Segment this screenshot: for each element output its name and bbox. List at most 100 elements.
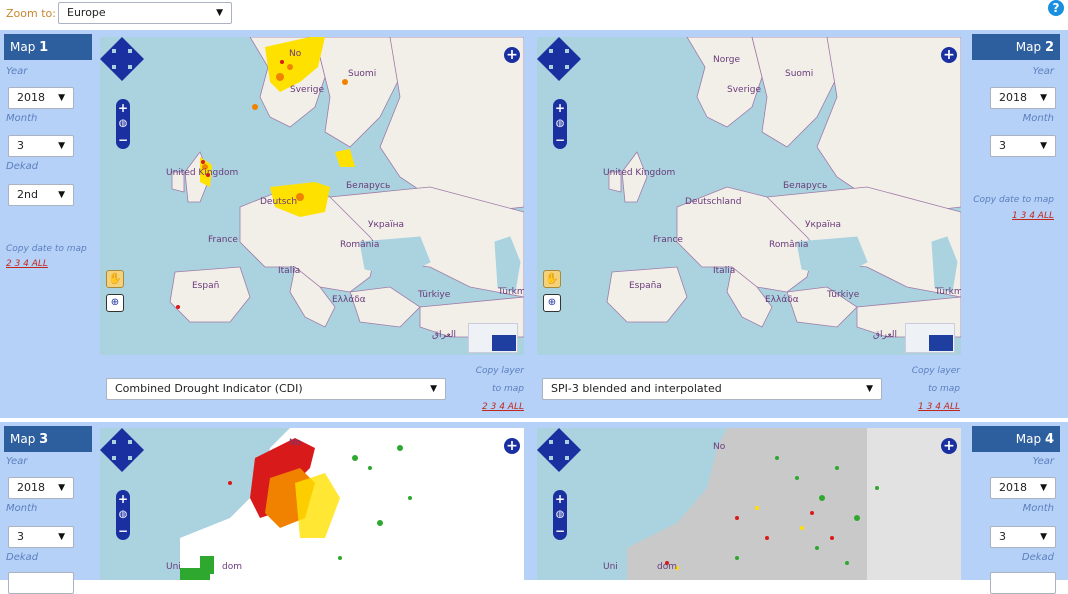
label-ellada: Ελλάδα	[765, 295, 799, 305]
map-2-month-select[interactable]: 3 ▼	[990, 135, 1056, 157]
eu-flag-icon	[929, 335, 953, 351]
label-uk: United Kingdom	[603, 168, 676, 178]
pan-arrows-icon[interactable]	[537, 37, 581, 81]
map-1-year-label: Year	[6, 66, 28, 77]
label-turkiye: Türkiye	[418, 290, 451, 300]
map-1-copy-layer-label-1: Copy layer	[475, 366, 524, 376]
chevron-down-icon: ▼	[1040, 141, 1047, 151]
label-sverige: Sverige	[727, 85, 762, 95]
pan-arrows-icon[interactable]	[537, 428, 581, 472]
map-1-layer-select[interactable]: Combined Drought Indicator (CDI) ▼	[106, 378, 446, 400]
zoom-box-icon[interactable]: ⊕	[106, 294, 124, 312]
map-3-year-select[interactable]: 2018 ▼	[8, 477, 74, 499]
map-3-number: 3	[39, 432, 49, 447]
layer-switcher-plus-icon[interactable]: +	[504, 47, 520, 63]
map-4-month-label: Month	[1022, 503, 1054, 514]
zoom-in-icon[interactable]: +	[116, 101, 130, 115]
label-france: France	[653, 235, 683, 245]
label-uk: United Kingdom	[166, 168, 239, 178]
map-4-month-select[interactable]: 3 ▼	[990, 526, 1056, 548]
layer-switcher-plus-icon[interactable]: +	[941, 438, 957, 454]
map-4-year-label: Year	[1032, 456, 1054, 467]
zoom-in-icon[interactable]: +	[116, 492, 130, 506]
zoom-out-icon[interactable]: −	[553, 133, 567, 147]
globe-icon[interactable]: ◍	[116, 117, 130, 131]
map-1-month-select[interactable]: 3 ▼	[8, 135, 74, 157]
map-3-year-value: 2018	[17, 481, 45, 494]
map-2-month-label: Month	[1022, 113, 1054, 124]
label-turkmen: Türkme	[498, 287, 524, 297]
pan-arrows-icon[interactable]	[100, 37, 144, 81]
label-romania: România	[769, 240, 809, 250]
pan-arrows-icon[interactable]	[100, 428, 144, 472]
map-4-dekad-select[interactable]	[990, 572, 1056, 594]
zoom-in-icon[interactable]: +	[553, 101, 567, 115]
map-1-copy-layer-links[interactable]: 2 3 4 ALL	[452, 398, 524, 416]
map-1-header: Map 1	[4, 34, 92, 60]
map-3-basemap	[100, 428, 524, 580]
chevron-down-icon: ▼	[58, 141, 65, 151]
globe-icon[interactable]: ◍	[116, 508, 130, 522]
globe-icon[interactable]: ◍	[553, 508, 567, 522]
map-2-copy-date-label: Copy date to map	[973, 195, 1054, 205]
globe-icon[interactable]: ◍	[553, 117, 567, 131]
map-4-view[interactable]: No Uni dom + ◍ − +	[537, 428, 961, 580]
label-sverige: Sverige	[290, 85, 325, 95]
map-1-copy-date-links[interactable]: 2 3 4 ALL	[6, 259, 48, 269]
zoom-slider[interactable]: + ◍ −	[116, 490, 130, 540]
label-belarus: Беларусь	[346, 181, 391, 191]
map-3-dekad-select[interactable]	[8, 572, 74, 594]
map-2-year-select[interactable]: 2018 ▼	[990, 87, 1056, 109]
map-1-dekad-value: 2nd	[17, 188, 38, 201]
map-2-copy-layer-label-1: Copy layer	[911, 366, 960, 376]
map-2-copy-layer: Copy layer to map 1 3 4 ALL	[888, 362, 960, 416]
map-3-year-label: Year	[6, 456, 28, 467]
map-2-copy-date-links[interactable]: 1 3 4 ALL	[1012, 211, 1054, 221]
zoom-to-select[interactable]: Europe ▼	[58, 2, 232, 24]
map-2-view[interactable]: Norge Suomi Sverige United Kingdom Белар…	[537, 37, 961, 355]
map-4-dekad-label: Dekad	[1021, 552, 1054, 563]
zoom-slider[interactable]: + ◍ −	[553, 99, 567, 149]
top-toolbar: Zoom to: Europe ▼ ?	[0, 0, 1068, 28]
zoom-slider[interactable]: + ◍ −	[553, 490, 567, 540]
map-2-month-value: 3	[999, 139, 1006, 152]
zoom-in-icon[interactable]: +	[553, 492, 567, 506]
map-1-title: Map	[10, 40, 36, 54]
label-france: France	[208, 235, 238, 245]
pan-hand-icon[interactable]: ✋	[543, 270, 561, 288]
layer-switcher-plus-icon[interactable]: +	[941, 47, 957, 63]
map-2-layer-value: SPI-3 blended and interpolated	[551, 382, 722, 395]
map-1-month-label: Month	[6, 113, 38, 124]
label-uk-2: dom	[657, 562, 677, 572]
zoom-out-icon[interactable]: −	[553, 524, 567, 538]
map-3-view[interactable]: No Uni dom + ◍ − +	[100, 428, 524, 580]
pan-hand-icon[interactable]: ✋	[106, 270, 124, 288]
map-2-layer-select[interactable]: SPI-3 blended and interpolated ▼	[542, 378, 882, 400]
map-1-dekad-select[interactable]: 2nd ▼	[8, 184, 74, 206]
map-2-copy-layer-links[interactable]: 1 3 4 ALL	[888, 398, 960, 416]
eu-flag-icon	[492, 335, 516, 351]
label-deutschland: Deutschland	[685, 197, 742, 207]
chevron-down-icon: ▼	[58, 190, 65, 200]
label-romania: România	[340, 240, 380, 250]
label-ukraine: Україна	[368, 220, 405, 230]
zoom-box-icon[interactable]: ⊕	[543, 294, 561, 312]
map-4-year-select[interactable]: 2018 ▼	[990, 477, 1056, 499]
map-3-month-select[interactable]: 3 ▼	[8, 526, 74, 548]
layer-switcher-plus-icon[interactable]: +	[504, 438, 520, 454]
zoom-out-icon[interactable]: −	[116, 133, 130, 147]
help-icon[interactable]: ?	[1048, 0, 1064, 16]
map-1-view[interactable]: No Suomi Sverige United Kingdom Беларусь…	[100, 37, 524, 355]
map-3-month-value: 3	[17, 530, 24, 543]
map-4-sidebar: Map 4 Year 2018 ▼ Month 3 ▼ Dekad	[972, 426, 1060, 594]
map-1-year-select[interactable]: 2018 ▼	[8, 87, 74, 109]
chevron-down-icon: ▼	[1040, 93, 1047, 103]
zoom-slider[interactable]: + ◍ −	[116, 99, 130, 149]
map-2-title: Map	[1015, 40, 1042, 54]
label-norge: Norge	[713, 55, 741, 65]
map-1-copy-layer: Copy layer to map 2 3 4 ALL	[452, 362, 524, 416]
zoom-out-icon[interactable]: −	[116, 524, 130, 538]
map-1-sidebar: Map 1 Year 2018 ▼ Month 3 ▼ Dekad 2nd ▼ …	[4, 34, 92, 414]
map-4-title: Map	[1015, 432, 1042, 446]
map-3-title: Map	[10, 432, 36, 446]
